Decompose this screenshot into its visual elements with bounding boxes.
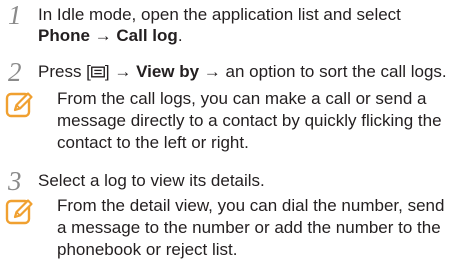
note-line: message directly to a contact by quickly…: [57, 111, 442, 130]
step-1-line-1: In Idle mode, open the application list …: [38, 5, 401, 24]
step-2-tail: → an option to sort the call logs.: [199, 62, 447, 81]
note-line: contact to the left or right.: [57, 133, 249, 152]
note-line: From the call logs, you can make a call …: [57, 89, 427, 108]
bracket-arrow: ] →: [104, 62, 137, 81]
menu-key-icon: [90, 62, 105, 78]
step-2-text: Press [ ] → View by → an option to sort t…: [38, 61, 447, 82]
note-pencil-icon: [5, 197, 35, 227]
step-1-text: In Idle mode, open the application list …: [38, 4, 401, 46]
step-1-line-2: Phone → Call log.: [38, 25, 401, 46]
phone-label: Phone: [38, 26, 90, 45]
note-line: phonebook or reject list.: [57, 240, 238, 259]
view-by-label: View by: [136, 62, 200, 81]
step-number: 3: [8, 166, 22, 196]
step-number: 2: [8, 57, 22, 87]
step-number: 1: [8, 0, 22, 30]
note-1-text: From the call logs, you can make a call …: [57, 88, 455, 154]
step-2-line: Press [ ] → View by → an option to sort t…: [38, 61, 447, 82]
note-pencil-icon: [5, 90, 35, 120]
note-line: From the detail view, you can dial the n…: [57, 196, 445, 215]
arrow-separator: →: [89, 26, 117, 45]
step-3-text: Select a log to view its details.: [38, 170, 265, 191]
period: .: [177, 26, 183, 45]
note-line: a message to the number or add the numbe…: [57, 218, 441, 237]
step-3-line: Select a log to view its details.: [38, 171, 265, 190]
press-text: Press [: [38, 62, 91, 81]
note-2-text: From the detail view, you can dial the n…: [57, 195, 455, 261]
call-log-label: Call log: [116, 26, 178, 45]
